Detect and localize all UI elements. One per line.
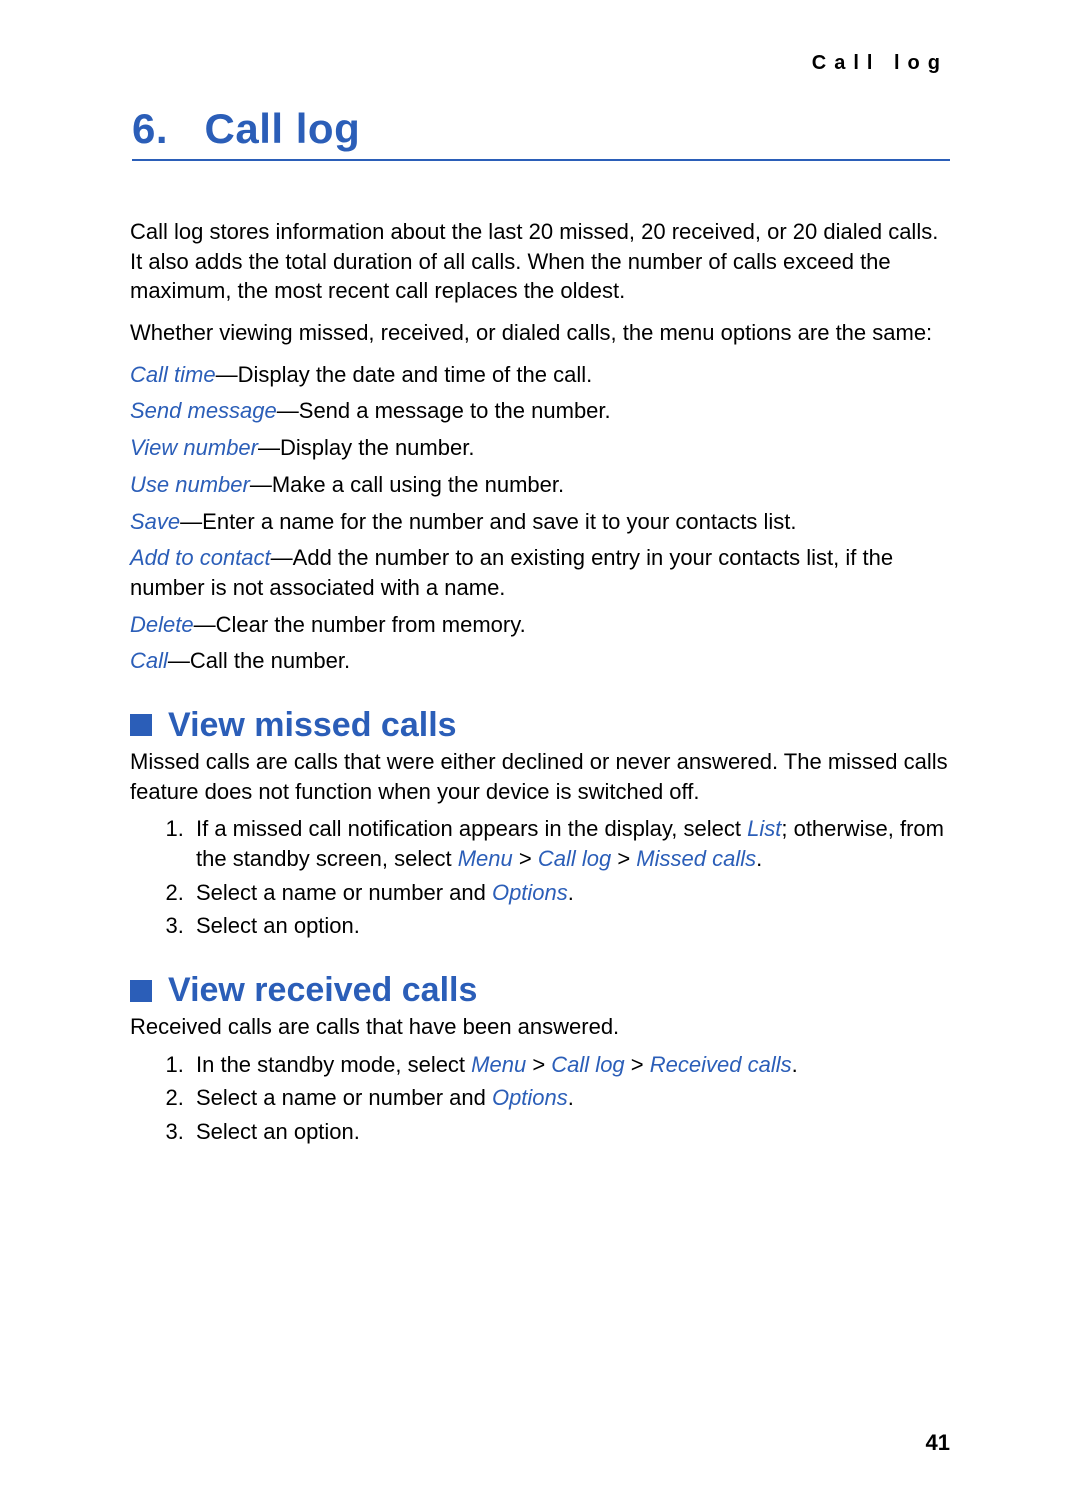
steps-list: If a missed call notification appears in…: [130, 814, 950, 941]
option-term: Use number: [130, 472, 250, 497]
steps-list: In the standby mode, select Menu > Call …: [130, 1050, 950, 1147]
menu-term: List: [747, 816, 781, 841]
option-desc: —Enter a name for the number and save it…: [180, 509, 796, 534]
option-line: Use number—Make a call using the number.: [130, 470, 950, 500]
section-intro: Missed calls are calls that were either …: [130, 747, 950, 806]
option-term: Delete: [130, 612, 194, 637]
page-number: 41: [926, 1430, 950, 1456]
option-line: Call time—Display the date and time of t…: [130, 360, 950, 390]
section: View missed callsMissed calls are calls …: [130, 706, 950, 941]
option-line: Delete—Clear the number from memory.: [130, 610, 950, 640]
option-term: Save: [130, 509, 180, 534]
option-desc: —Display the date and time of the call.: [216, 362, 593, 387]
sections: View missed callsMissed calls are calls …: [130, 706, 950, 1147]
intro-paragraph: Whether viewing missed, received, or dia…: [130, 318, 950, 348]
option-term: Call time: [130, 362, 216, 387]
menu-term: Call log: [538, 846, 611, 871]
menu-term: Menu: [458, 846, 513, 871]
option-desc: —Send a message to the number.: [277, 398, 611, 423]
option-term: Send message: [130, 398, 277, 423]
page: Call log 6. Call log Call log stores inf…: [0, 0, 1080, 1496]
option-desc: —Make a call using the number.: [250, 472, 564, 497]
square-bullet-icon: [130, 980, 152, 1002]
option-line: Call—Call the number.: [130, 646, 950, 676]
running-header: Call log: [130, 52, 950, 75]
square-bullet-icon: [130, 714, 152, 736]
option-desc: —Clear the number from memory.: [194, 612, 526, 637]
menu-term: Missed calls: [636, 846, 756, 871]
step-item: If a missed call notification appears in…: [190, 814, 950, 873]
step-item: In the standby mode, select Menu > Call …: [190, 1050, 950, 1080]
section-heading-text: View missed calls: [168, 706, 457, 745]
menu-term: Call log: [551, 1052, 624, 1077]
chapter-name: Call log: [205, 105, 361, 152]
step-item: Select an option.: [190, 1117, 950, 1147]
intro-block: Call log stores information about the la…: [130, 217, 950, 348]
section-heading-text: View received calls: [168, 971, 477, 1010]
option-term: Add to contact: [130, 545, 271, 570]
options-list: Call time—Display the date and time of t…: [130, 360, 950, 676]
intro-paragraph: Call log stores information about the la…: [130, 217, 950, 306]
menu-term: Options: [492, 1085, 568, 1110]
option-line: Add to contact—Add the number to an exis…: [130, 543, 950, 602]
section-intro: Received calls are calls that have been …: [130, 1012, 950, 1042]
step-item: Select an option.: [190, 911, 950, 941]
option-desc: —Display the number.: [258, 435, 474, 460]
option-line: View number—Display the number.: [130, 433, 950, 463]
step-item: Select a name or number and Options.: [190, 1083, 950, 1113]
menu-term: Menu: [471, 1052, 526, 1077]
section-heading: View missed calls: [130, 706, 950, 745]
option-term: View number: [130, 435, 258, 460]
section-heading: View received calls: [130, 971, 950, 1010]
chapter-title: 6. Call log: [132, 105, 950, 161]
option-line: Save—Enter a name for the number and sav…: [130, 507, 950, 537]
chapter-number: 6.: [132, 105, 168, 152]
section: View received callsReceived calls are ca…: [130, 971, 950, 1147]
step-item: Select a name or number and Options.: [190, 878, 950, 908]
menu-term: Received calls: [650, 1052, 792, 1077]
option-line: Send message—Send a message to the numbe…: [130, 396, 950, 426]
option-desc: —Call the number.: [168, 648, 350, 673]
menu-term: Options: [492, 880, 568, 905]
option-term: Call: [130, 648, 168, 673]
